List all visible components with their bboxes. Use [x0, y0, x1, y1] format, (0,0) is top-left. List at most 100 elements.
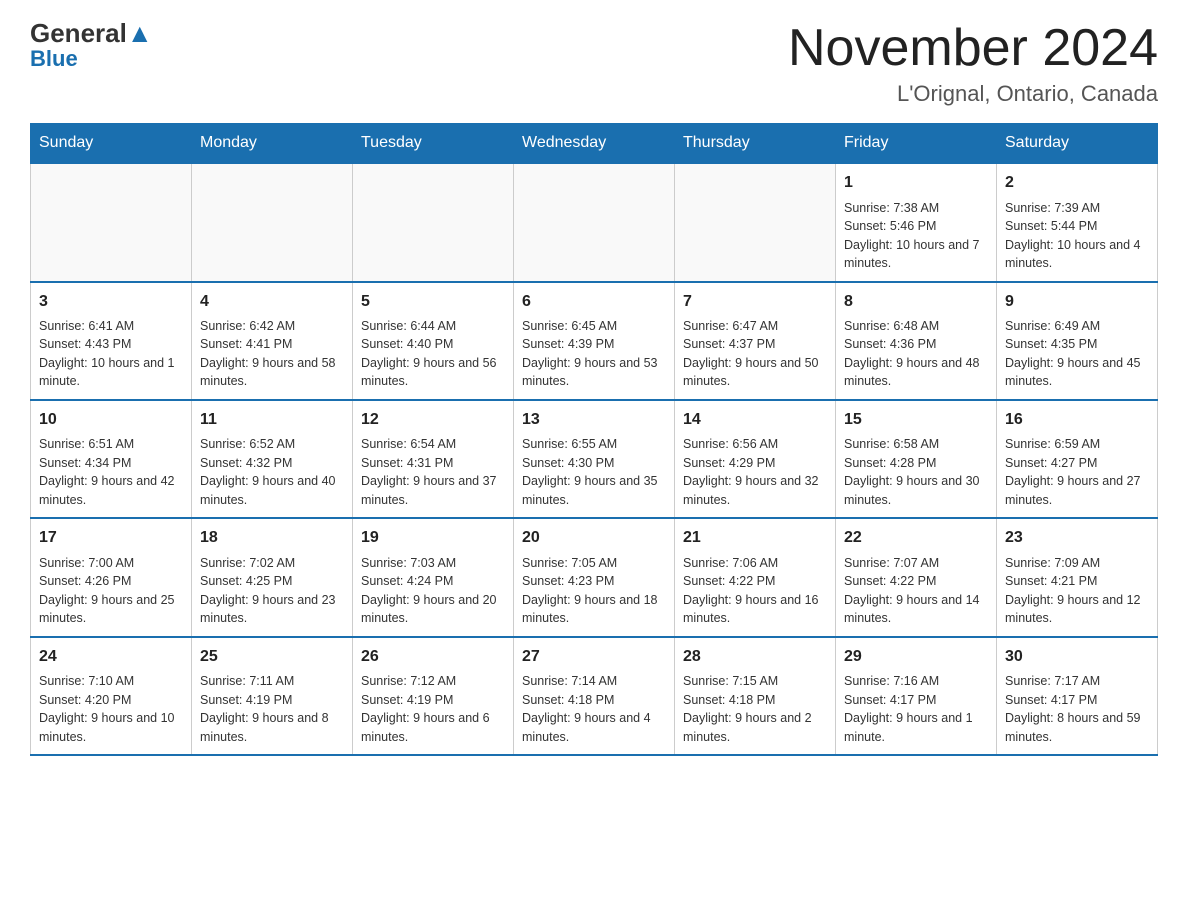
table-row: 28 Sunrise: 7:15 AMSunset: 4:18 PMDayligh…	[675, 637, 836, 755]
table-row: 5 Sunrise: 6:44 AMSunset: 4:40 PMDaylight…	[353, 282, 514, 400]
day-number: 12	[361, 409, 505, 431]
day-number: 11	[200, 409, 344, 431]
month-year-title: November 2024	[788, 20, 1158, 77]
table-row: 4 Sunrise: 6:42 AMSunset: 4:41 PMDaylight…	[192, 282, 353, 400]
table-row: 16Sunrise: 6:59 AMSunset: 4:27 PMDayligh…	[997, 400, 1158, 518]
day-info: Sunrise: 6:48 AMSunset: 4:36 PMDaylight:…	[844, 319, 980, 389]
day-number: 26	[361, 646, 505, 668]
day-number: 14	[683, 409, 827, 431]
table-row: 3 Sunrise: 6:41 AMSunset: 4:43 PMDaylight…	[31, 282, 192, 400]
day-info: Sunrise: 6:45 AMSunset: 4:39 PMDaylight:…	[522, 319, 658, 389]
calendar-week-row: 3 Sunrise: 6:41 AMSunset: 4:43 PMDaylight…	[31, 282, 1158, 400]
col-monday: Monday	[192, 124, 353, 164]
day-number: 29	[844, 646, 988, 668]
location-subtitle: L'Orignal, Ontario, Canada	[788, 81, 1158, 107]
day-info: Sunrise: 6:59 AMSunset: 4:27 PMDaylight:…	[1005, 437, 1141, 507]
table-row: 11 Sunrise: 6:52 AMSunset: 4:32 PMDayligh…	[192, 400, 353, 518]
day-info: Sunrise: 6:58 AMSunset: 4:28 PMDaylight:…	[844, 437, 980, 507]
day-number: 8	[844, 291, 988, 313]
table-row	[514, 163, 675, 281]
day-info: Sunrise: 7:03 AMSunset: 4:24 PMDaylight:…	[361, 556, 497, 626]
day-info: Sunrise: 6:41 AMSunset: 4:43 PMDaylight:…	[39, 319, 175, 389]
page-header: General▲ Blue November 2024 L'Orignal, O…	[30, 20, 1158, 107]
day-number: 23	[1005, 527, 1149, 549]
table-row: 13Sunrise: 6:55 AMSunset: 4:30 PMDayligh…	[514, 400, 675, 518]
day-number: 21	[683, 527, 827, 549]
logo-blue-line: Blue	[30, 46, 78, 72]
day-number: 17	[39, 527, 183, 549]
day-number: 5	[361, 291, 505, 313]
calendar-header-row: Sunday Monday Tuesday Wednesday Thursday…	[31, 124, 1158, 164]
table-row: 27Sunrise: 7:14 AMSunset: 4:18 PMDayligh…	[514, 637, 675, 755]
day-info: Sunrise: 7:12 AMSunset: 4:19 PMDaylight:…	[361, 674, 490, 744]
day-number: 4	[200, 291, 344, 313]
day-number: 3	[39, 291, 183, 313]
day-info: Sunrise: 6:52 AMSunset: 4:32 PMDaylight:…	[200, 437, 336, 507]
table-row: 7Sunrise: 6:47 AMSunset: 4:37 PMDaylight…	[675, 282, 836, 400]
day-number: 1	[844, 172, 988, 194]
table-row: 25Sunrise: 7:11 AMSunset: 4:19 PMDayligh…	[192, 637, 353, 755]
col-sunday: Sunday	[31, 124, 192, 164]
day-info: Sunrise: 7:39 AMSunset: 5:44 PMDaylight:…	[1005, 201, 1141, 271]
day-info: Sunrise: 7:10 AMSunset: 4:20 PMDaylight:…	[39, 674, 175, 744]
day-info: Sunrise: 6:42 AMSunset: 4:41 PMDaylight:…	[200, 319, 336, 389]
table-row	[31, 163, 192, 281]
day-number: 30	[1005, 646, 1149, 668]
table-row: 15Sunrise: 6:58 AMSunset: 4:28 PMDayligh…	[836, 400, 997, 518]
table-row: 10 Sunrise: 6:51 AMSunset: 4:34 PMDayligh…	[31, 400, 192, 518]
day-info: Sunrise: 7:11 AMSunset: 4:19 PMDaylight:…	[200, 674, 329, 744]
calendar-week-row: 1Sunrise: 7:38 AMSunset: 5:46 PMDaylight…	[31, 163, 1158, 281]
day-info: Sunrise: 6:44 AMSunset: 4:40 PMDaylight:…	[361, 319, 497, 389]
day-info: Sunrise: 7:09 AMSunset: 4:21 PMDaylight:…	[1005, 556, 1141, 626]
table-row: 1Sunrise: 7:38 AMSunset: 5:46 PMDaylight…	[836, 163, 997, 281]
col-tuesday: Tuesday	[353, 124, 514, 164]
day-info: Sunrise: 7:05 AMSunset: 4:23 PMDaylight:…	[522, 556, 658, 626]
table-row: 26 Sunrise: 7:12 AMSunset: 4:19 PMDayligh…	[353, 637, 514, 755]
logo-general-text: General▲	[30, 20, 153, 46]
day-info: Sunrise: 7:06 AMSunset: 4:22 PMDaylight:…	[683, 556, 819, 626]
calendar-week-row: 17Sunrise: 7:00 AMSunset: 4:26 PMDayligh…	[31, 518, 1158, 636]
day-number: 20	[522, 527, 666, 549]
day-number: 10	[39, 409, 183, 431]
day-info: Sunrise: 6:47 AMSunset: 4:37 PMDaylight:…	[683, 319, 819, 389]
day-number: 19	[361, 527, 505, 549]
day-info: Sunrise: 6:49 AMSunset: 4:35 PMDaylight:…	[1005, 319, 1141, 389]
col-thursday: Thursday	[675, 124, 836, 164]
logo-blue-word: Blue	[30, 46, 78, 72]
logo: General▲ Blue	[30, 20, 153, 72]
table-row: 19 Sunrise: 7:03 AMSunset: 4:24 PMDayligh…	[353, 518, 514, 636]
table-row: 14Sunrise: 6:56 AMSunset: 4:29 PMDayligh…	[675, 400, 836, 518]
day-number: 28	[683, 646, 827, 668]
table-row: 12 Sunrise: 6:54 AMSunset: 4:31 PMDayligh…	[353, 400, 514, 518]
day-info: Sunrise: 7:02 AMSunset: 4:25 PMDaylight:…	[200, 556, 336, 626]
table-row: 2 Sunrise: 7:39 AMSunset: 5:44 PMDaylight…	[997, 163, 1158, 281]
table-row: 20 Sunrise: 7:05 AMSunset: 4:23 PMDayligh…	[514, 518, 675, 636]
calendar-week-row: 10 Sunrise: 6:51 AMSunset: 4:34 PMDayligh…	[31, 400, 1158, 518]
col-wednesday: Wednesday	[514, 124, 675, 164]
table-row	[353, 163, 514, 281]
table-row	[675, 163, 836, 281]
table-row: 21 Sunrise: 7:06 AMSunset: 4:22 PMDayligh…	[675, 518, 836, 636]
day-info: Sunrise: 7:16 AMSunset: 4:17 PMDaylight:…	[844, 674, 973, 744]
day-info: Sunrise: 6:51 AMSunset: 4:34 PMDaylight:…	[39, 437, 175, 507]
day-number: 2	[1005, 172, 1149, 194]
day-number: 24	[39, 646, 183, 668]
table-row: 23 Sunrise: 7:09 AMSunset: 4:21 PMDayligh…	[997, 518, 1158, 636]
title-block: November 2024 L'Orignal, Ontario, Canada	[788, 20, 1158, 107]
col-saturday: Saturday	[997, 124, 1158, 164]
day-info: Sunrise: 7:07 AMSunset: 4:22 PMDaylight:…	[844, 556, 980, 626]
table-row: 30 Sunrise: 7:17 AMSunset: 4:17 PMDayligh…	[997, 637, 1158, 755]
day-number: 22	[844, 527, 988, 549]
day-number: 27	[522, 646, 666, 668]
calendar-table: Sunday Monday Tuesday Wednesday Thursday…	[30, 123, 1158, 756]
table-row: 8 Sunrise: 6:48 AMSunset: 4:36 PMDaylight…	[836, 282, 997, 400]
calendar-week-row: 24 Sunrise: 7:10 AMSunset: 4:20 PMDayligh…	[31, 637, 1158, 755]
day-number: 6	[522, 291, 666, 313]
day-number: 18	[200, 527, 344, 549]
day-info: Sunrise: 7:15 AMSunset: 4:18 PMDaylight:…	[683, 674, 812, 744]
day-info: Sunrise: 7:17 AMSunset: 4:17 PMDaylight:…	[1005, 674, 1141, 744]
table-row: 6 Sunrise: 6:45 AMSunset: 4:39 PMDaylight…	[514, 282, 675, 400]
day-number: 13	[522, 409, 666, 431]
day-info: Sunrise: 6:54 AMSunset: 4:31 PMDaylight:…	[361, 437, 497, 507]
table-row: 29 Sunrise: 7:16 AMSunset: 4:17 PMDayligh…	[836, 637, 997, 755]
